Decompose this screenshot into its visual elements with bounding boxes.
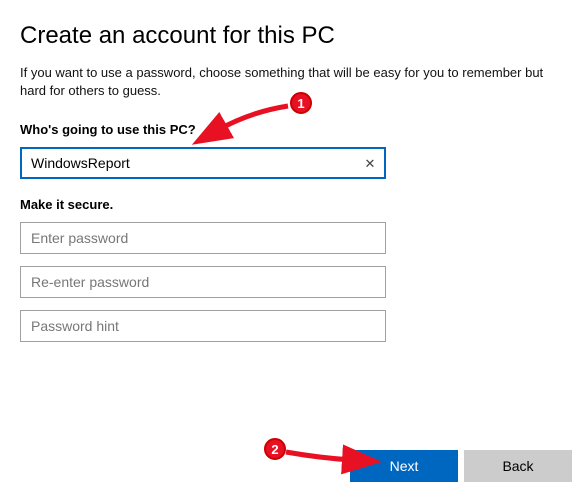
page-title: Create an account for this PC [20,22,566,50]
annotation-arrow-1 [210,100,300,140]
password-hint-input[interactable] [20,310,386,342]
create-account-form: Create an account for this PC If you wan… [0,0,586,342]
annotation-badge-2: 2 [264,438,286,460]
username-input-wrap: ✕ [20,147,386,179]
reenter-password-input[interactable] [20,266,386,298]
annotation-arrow-2 [280,440,360,470]
annotation-badge-1: 1 [290,92,312,114]
page-subtitle: If you want to use a password, choose so… [20,64,560,100]
button-bar: Next Back [350,450,572,482]
password-input[interactable] [20,222,386,254]
back-button[interactable]: Back [464,450,572,482]
username-input[interactable] [20,147,386,179]
secure-section-label: Make it secure. [20,197,566,212]
close-icon: ✕ [365,157,376,170]
clear-username-button[interactable]: ✕ [358,151,382,175]
next-button[interactable]: Next [350,450,458,482]
